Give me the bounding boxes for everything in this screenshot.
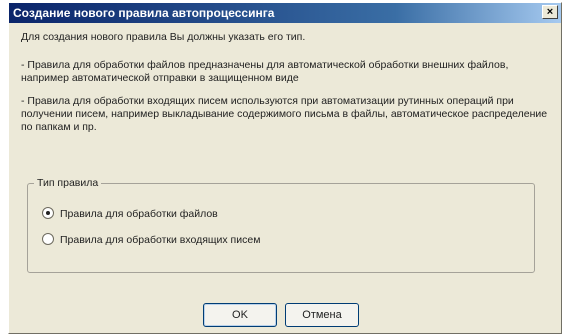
cancel-button[interactable]: Отмена	[285, 303, 359, 327]
radio-incoming-label: Правила для обработки входящих писем	[60, 234, 261, 246]
radio-button-unchecked[interactable]	[42, 233, 54, 246]
incoming-rule-description: - Правила для обработки входящих писем и…	[21, 95, 548, 133]
intro-text: Для создания нового правила Вы должны ук…	[21, 31, 306, 43]
radio-incoming-rules[interactable]: Правила для обработки входящих писем	[42, 232, 260, 248]
dialog-window: Создание нового правила автопроцессинга …	[8, 2, 562, 334]
dialog-title: Создание нового правила автопроцессинга	[13, 6, 275, 20]
rule-type-group: Тип правила Правила для обработки файлов…	[27, 176, 535, 273]
ok-button[interactable]: OK	[203, 303, 277, 327]
files-rule-description: - Правила для обработки файлов предназна…	[21, 59, 509, 84]
rule-type-label: Тип правила	[34, 176, 102, 190]
close-button[interactable]: ×	[542, 5, 558, 19]
radio-files-rules[interactable]: Правила для обработки файлов	[42, 206, 218, 222]
radio-files-label: Правила для обработки файлов	[60, 208, 218, 220]
title-bar[interactable]: Создание нового правила автопроцессинга …	[9, 3, 561, 23]
dialog-body: Для создания нового правила Вы должны ук…	[21, 27, 549, 333]
radio-button-checked[interactable]	[42, 207, 54, 220]
close-icon: ×	[546, 6, 554, 18]
